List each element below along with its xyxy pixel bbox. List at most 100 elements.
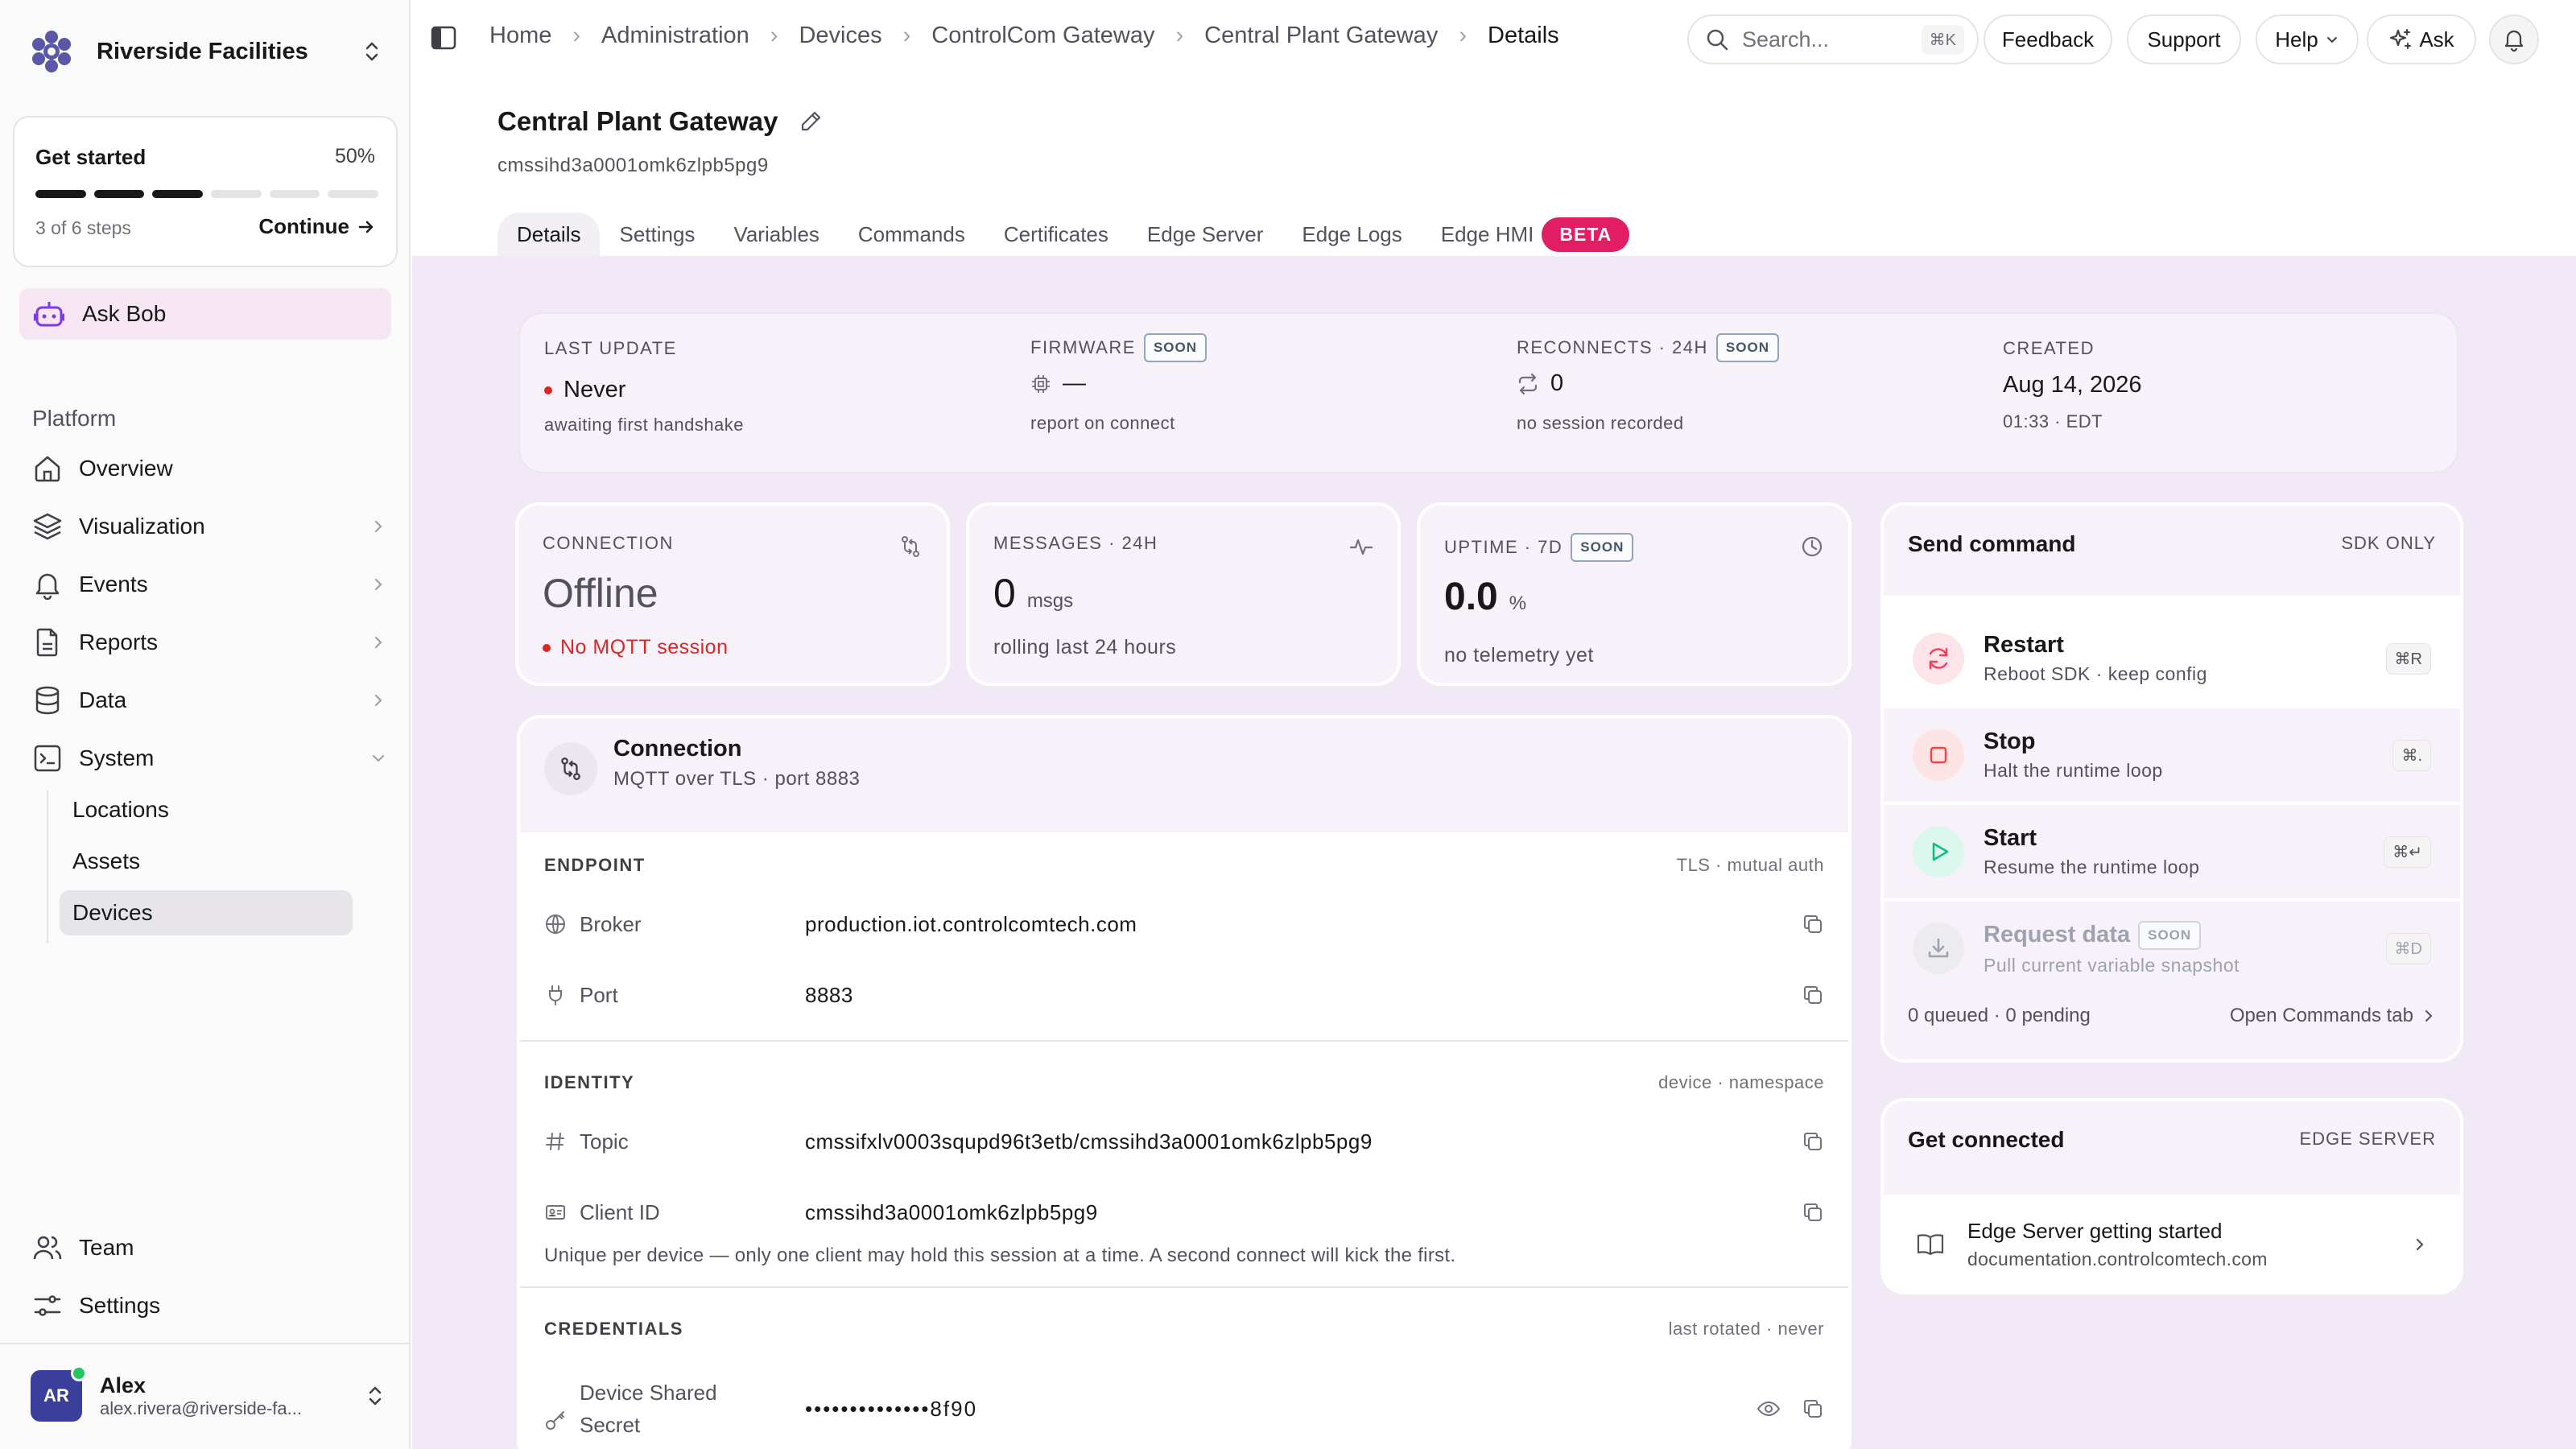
command-request-data[interactable]: Request data SOON Pull current variable sn… [1884,902,2460,995]
play-icon [1913,826,1964,877]
command-name: Stop [1984,729,2036,754]
soon-badge: SOON [2138,920,2202,950]
command-desc: Resume the runtime loop [1984,857,2200,877]
divider [520,1286,1848,1288]
tab-commands[interactable]: Commands [839,213,985,256]
breadcrumb-separator-icon: › [902,23,911,48]
globe-icon [544,913,567,935]
topic-row: Topic cmssifxlv0003squpd96t3etb/cmssihd3… [544,1125,1824,1158]
kpi-value: 0 [993,571,1016,616]
command-shortcut: ⌘R [2385,642,2431,675]
tab-edge-hmi[interactable]: Edge HMI [1422,213,1554,256]
terminal-icon [32,743,63,774]
continue-button[interactable]: Continue [258,214,375,239]
command-desc: Pull current variable snapshot [1984,954,2240,976]
command-stop[interactable]: Stop Halt the runtime loop ⌘. [1884,708,2460,802]
sidebar-item-events[interactable]: Events [32,562,386,607]
continue-label: Continue [258,214,349,238]
open-commands-tab-link[interactable]: Open Commands tab [2230,1005,2436,1027]
sidebar-item-reports[interactable]: Reports [32,620,386,665]
soon-badge: SOON [1715,333,1779,362]
breadcrumb-current: Details [1488,23,1559,48]
port-row: Port 8883 [544,979,1824,1011]
sidebar-item-system[interactable]: System [32,736,386,781]
help-button[interactable]: Help [2256,14,2359,64]
chevron-right-icon [2421,1009,2436,1023]
kpi-sub: No MQTT session [560,636,729,658]
copy-icon[interactable] [1802,984,1824,1006]
stat-label: CREATED [2003,338,2095,358]
user-email: alex.rivera@riverside-fa... [100,1397,302,1418]
breadcrumb-home[interactable]: Home [489,23,551,49]
field-key-line: Secret [580,1413,641,1437]
eye-icon[interactable] [1757,1397,1781,1420]
download-icon [1913,923,1964,974]
stat-label: RECONNECTS · 24H [1517,337,1708,357]
sidebar-toggle-icon[interactable] [430,24,457,52]
sidebar-item-settings[interactable]: Settings [32,1283,386,1328]
chevron-up-down-icon [365,1384,385,1408]
tab-edge-server[interactable]: Edge Server [1128,213,1283,256]
tab-details[interactable]: Details [497,213,601,256]
sidebar-item-overview[interactable]: Overview [32,446,386,491]
clock-icon [1800,535,1824,559]
progress-segment [269,190,320,198]
kpi-value: 0.0 [1444,576,1498,618]
copy-icon[interactable] [1802,1130,1824,1153]
tab-settings[interactable]: Settings [600,213,714,256]
bell-icon [2502,27,2526,52]
command-restart[interactable]: Restart Reboot SDK · keep config ⌘R [1884,612,2460,705]
breadcrumb-central-plant-gateway[interactable]: Central Plant Gateway [1204,23,1438,49]
sidebar-item-visualization[interactable]: Visualization [32,504,386,549]
field-key: Device Shared Secret [580,1377,805,1441]
notifications-button[interactable] [2489,14,2539,64]
client-id-row: Client ID cmssihd3a0001omk6zlpb5pg9 [544,1196,1824,1228]
sidebar-item-label: Settings [79,1293,161,1318]
breadcrumb-devices[interactable]: Devices [799,23,881,49]
command-start[interactable]: Start Resume the runtime loop ⌘↵ [1884,805,2460,898]
org-switcher[interactable]: Riverside Facilities [29,24,382,79]
connection-title: Connection [613,736,742,762]
field-key: Client ID [580,1199,660,1224]
connection-subtitle: MQTT over TLS · port 8883 [613,768,861,790]
get-connected-card: Get connected EDGE SERVER Edge Server ge… [1880,1098,2463,1294]
breadcrumb-controlcom-gateway[interactable]: ControlCom Gateway [931,23,1154,49]
copy-icon[interactable] [1802,913,1824,935]
sliders-icon [32,1290,63,1321]
command-footer: 0 queued · 0 pending Open Commands tab [1908,1005,2436,1027]
sidebar-item-locations[interactable]: Locations [60,787,353,832]
sidebar-item-assets[interactable]: Assets [60,839,353,884]
pencil-icon[interactable] [799,109,823,134]
breadcrumb-administration[interactable]: Administration [601,23,749,49]
field-key: Topic [580,1129,629,1154]
command-list: Restart Reboot SDK · keep config ⌘R Stop H… [1884,596,2460,995]
command-name: Restart [1984,632,2064,658]
ask-button[interactable]: Ask [2367,14,2476,64]
chevron-down-icon [2325,32,2339,47]
send-command-meta: SDK ONLY [2341,533,2436,553]
search-input[interactable]: Search... ⌘K [1687,14,1979,64]
ask-bob-button[interactable]: Ask Bob [19,288,391,340]
edge-server-docs-link[interactable]: Edge Server getting started documentation… [1884,1195,2460,1291]
port-value: 8883 [805,982,853,1007]
divider [0,1343,411,1344]
search-shortcut: ⌘K [1921,24,1964,55]
tab-certificates[interactable]: Certificates [985,213,1128,256]
command-name: Start [1984,825,2037,851]
sidebar-item-team[interactable]: Team [32,1225,386,1270]
command-shortcut: ⌘↵ [2384,836,2431,868]
tab-edge-logs[interactable]: Edge Logs [1282,213,1421,256]
org-name: Riverside Facilities [97,38,308,64]
feedback-button[interactable]: Feedback [1984,14,2112,64]
user-menu[interactable]: AR Alex alex.rivera@riverside-fa... [31,1365,385,1425]
copy-icon[interactable] [1802,1397,1824,1420]
progress-segment [152,190,204,198]
plug-icon [544,984,567,1006]
key-icon [544,1409,567,1431]
support-button[interactable]: Support [2127,14,2241,64]
copy-icon[interactable] [1802,1201,1824,1224]
sidebar-item-data[interactable]: Data [32,678,386,723]
search-placeholder: Search... [1742,27,1830,52]
sidebar-item-devices[interactable]: Devices [60,890,353,935]
tab-variables[interactable]: Variables [714,213,838,256]
